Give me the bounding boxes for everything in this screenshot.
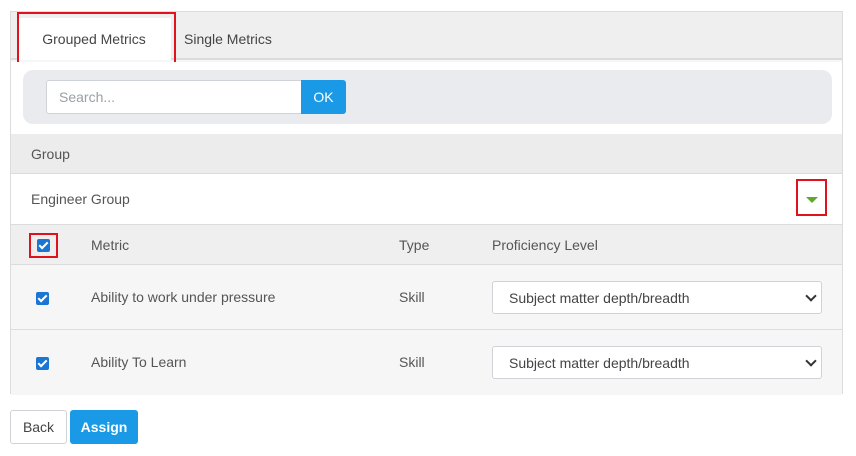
chevron-down-icon	[805, 355, 817, 367]
triangle-down-icon[interactable]	[806, 197, 818, 203]
search-bar: OK	[23, 70, 832, 124]
metric-name: Ability to work under pressure	[91, 289, 276, 305]
back-button[interactable]: Back	[10, 410, 67, 444]
grouped-metrics-panel: Grouped Metrics Single Metrics OK Group …	[10, 11, 843, 395]
metric-type: Skill	[399, 289, 425, 305]
table-row: Ability to work under pressure Skill Sub…	[11, 265, 842, 330]
group-name: Engineer Group	[31, 191, 130, 207]
metric-type: Skill	[399, 354, 425, 370]
row-checkbox[interactable]	[36, 357, 49, 370]
ok-button[interactable]: OK	[301, 80, 346, 114]
group-header: Group	[11, 134, 842, 174]
highlight-box	[29, 233, 58, 258]
search-input[interactable]	[46, 80, 301, 114]
table-row: Ability To Learn Skill Subject matter de…	[11, 330, 842, 395]
metric-name: Ability To Learn	[91, 354, 187, 370]
metrics-table-header: Metric Type Proficiency Level	[11, 225, 842, 265]
row-checkbox[interactable]	[36, 292, 49, 305]
search-area: OK	[11, 62, 842, 134]
tab-single-metrics[interactable]: Single Metrics	[184, 18, 272, 60]
proficiency-value: Subject matter depth/breadth	[509, 355, 690, 371]
column-type: Type	[399, 237, 430, 253]
group-row[interactable]: Engineer Group	[11, 174, 842, 225]
proficiency-value: Subject matter depth/breadth	[509, 290, 690, 306]
group-header-label: Group	[31, 146, 70, 162]
assign-button[interactable]: Assign	[70, 410, 138, 444]
tab-grouped-metrics[interactable]: Grouped Metrics	[17, 18, 171, 60]
tab-bar: Grouped Metrics Single Metrics	[11, 12, 842, 64]
chevron-down-icon	[805, 290, 817, 302]
column-proficiency-level: Proficiency Level	[492, 237, 598, 253]
select-all-checkbox[interactable]	[37, 239, 50, 252]
expand-toggle[interactable]	[796, 179, 827, 216]
proficiency-select[interactable]: Subject matter depth/breadth	[492, 281, 822, 314]
proficiency-select[interactable]: Subject matter depth/breadth	[492, 346, 822, 379]
column-metric: Metric	[91, 237, 130, 253]
